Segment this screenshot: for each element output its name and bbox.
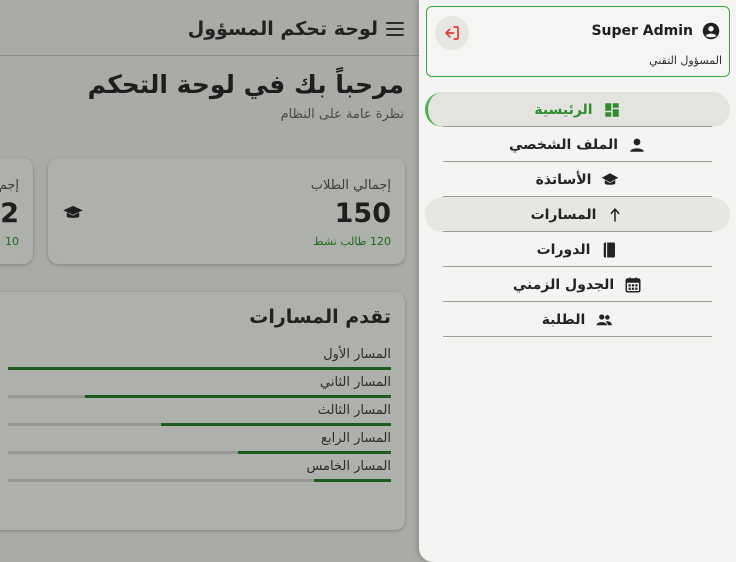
progress-label: المسار الثالث — [317, 403, 391, 418]
second-stat-label: إجم — [0, 178, 19, 193]
nav-item-label: الرئيسية — [534, 101, 593, 118]
top-bar: لوحة تحكم المسؤول — [188, 14, 404, 44]
user-name: Super Admin — [591, 23, 693, 39]
welcome-section: مرحباً بك في لوحة التحكم نظرة عامة على ا… — [88, 70, 404, 122]
nav-item-students[interactable]: الطلبة — [419, 302, 736, 337]
second-stat-sub: 10 — [5, 235, 19, 248]
nav-item-home[interactable]: الرئيسية — [419, 92, 736, 127]
calendar-icon — [625, 277, 641, 292]
dashboard-icon — [604, 102, 619, 117]
progress-fill — [161, 423, 391, 426]
nav-item-label: الطلبة — [541, 311, 586, 328]
welcome-title: مرحباً بك في لوحة التحكم — [87, 70, 404, 99]
progress-row: المسار الأول — [8, 347, 391, 375]
nav-item-label: المسارات — [530, 206, 597, 223]
graduation-cap-icon — [602, 172, 619, 185]
welcome-subtitle: نظرة عامة على النظام — [280, 107, 404, 122]
second-stat-card: إجم 2 10 — [0, 158, 33, 264]
header-divider — [0, 55, 420, 56]
tracks-progress-card: تقدم المسارات المسار الأول المسار الثاني… — [0, 292, 405, 530]
logout-icon — [445, 26, 459, 40]
students-stat-label: إجمالي الطلاب — [310, 178, 391, 193]
progress-label: المسار الأول — [323, 347, 391, 362]
progress-row: المسار الخامس — [8, 459, 391, 487]
nav-item-label: الأساتذة — [535, 171, 592, 188]
progress-fill — [84, 395, 391, 398]
progress-row: المسار الثاني — [8, 375, 391, 403]
progress-fill — [314, 479, 391, 482]
progress-fill — [8, 367, 391, 370]
nav-divider — [443, 336, 712, 337]
group-icon — [596, 313, 613, 325]
person-icon — [630, 138, 644, 152]
account-circle-icon — [702, 22, 720, 40]
progress-row: المسار الرابع — [8, 431, 391, 459]
nav-item-profile[interactable]: الملف الشخصي — [419, 127, 736, 162]
progress-label: المسار الرابع — [321, 431, 391, 446]
students-stat-sub: 120 طالب نشط — [313, 235, 391, 248]
tracks-progress-title: تقدم المسارات — [249, 306, 391, 328]
navigation-drawer: Super Admin المسؤول التقني الرئيسية المل… — [419, 0, 736, 562]
page-header-title: لوحة تحكم المسؤول — [187, 18, 378, 40]
nav-item-label: الدورات — [536, 241, 591, 258]
dashboard-page: لوحة تحكم المسؤول مرحباً بك في لوحة التح… — [0, 0, 420, 562]
progress-label: المسار الثاني — [320, 375, 391, 390]
arrow-up-icon — [610, 207, 620, 222]
students-stat-value: 150 — [334, 198, 391, 229]
nav-item-label: الملف الشخصي — [508, 136, 619, 153]
second-stat-value: 2 — [0, 198, 19, 229]
nav-menu: الرئيسية الملف الشخصي الأساتذة المسارات … — [419, 92, 736, 337]
nav-item-courses[interactable]: الدورات — [419, 232, 736, 267]
progress-fill — [237, 451, 391, 454]
progress-row: المسار الثالث — [8, 403, 391, 431]
user-info-box: Super Admin المسؤول التقني — [426, 6, 730, 77]
nav-item-label: الجدول الزمني — [512, 276, 615, 293]
book-icon — [604, 242, 616, 257]
menu-icon[interactable] — [386, 22, 404, 36]
nav-item-schedule[interactable]: الجدول الزمني — [419, 267, 736, 302]
user-role: المسؤول التقني — [649, 54, 722, 67]
graduation-cap-icon — [63, 205, 83, 218]
nav-item-tracks[interactable]: المسارات — [419, 197, 736, 232]
progress-label: المسار الخامس — [306, 459, 391, 474]
logout-button[interactable] — [435, 16, 469, 50]
students-stat-card: إجمالي الطلاب 150 120 طالب نشط — [48, 158, 405, 264]
nav-item-teachers[interactable]: الأساتذة — [419, 162, 736, 197]
